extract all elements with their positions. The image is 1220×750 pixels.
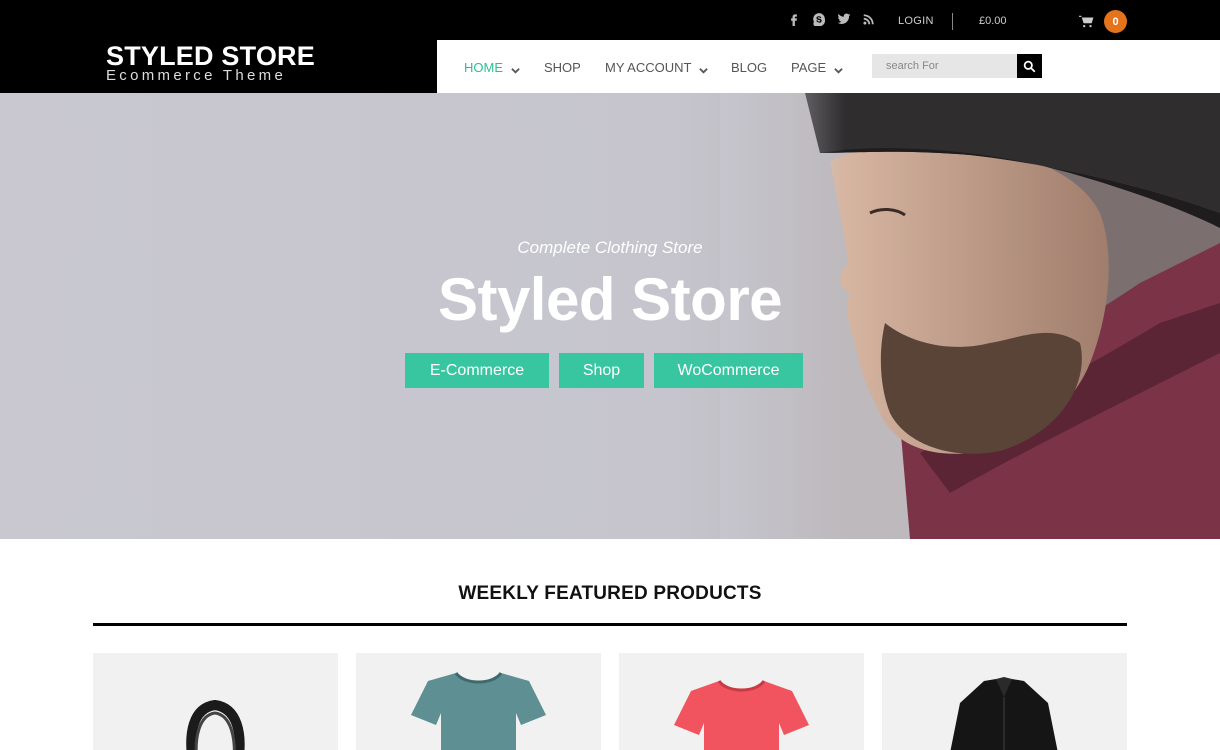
cart-icon[interactable]: [1079, 15, 1094, 28]
search-icon: [1023, 60, 1036, 72]
cart-total[interactable]: £0.00: [979, 15, 1007, 27]
nav-item-label: SHOP: [544, 60, 581, 75]
search-input[interactable]: [872, 54, 1017, 78]
section-title: WEEKLY FEATURED PRODUCTS: [458, 583, 762, 604]
tshirt-image: [674, 679, 809, 750]
nav-item-label: BLOG: [731, 60, 768, 75]
site-tagline: Ecommerce Theme: [106, 67, 287, 84]
nav-item-label: MY ACCOUNT: [605, 60, 692, 75]
ecommerce-button[interactable]: E-Commerce: [405, 353, 549, 388]
hero-kicker: Complete Clothing Store: [517, 238, 703, 257]
handbag-image: [186, 699, 245, 750]
product-card-black-shirt[interactable]: [882, 653, 1127, 750]
hero-banner: Complete Clothing Store Styled Store E-C…: [0, 93, 1220, 539]
nav-item-label: HOME: [464, 60, 503, 75]
nav-item-label: PAGE: [791, 60, 827, 75]
nav-item-home[interactable]: HOME: [464, 60, 520, 75]
facebook-icon[interactable]: [786, 11, 801, 26]
woocommerce-button[interactable]: WoCommerce: [654, 353, 803, 388]
logo[interactable]: STYLED STORE Ecommerce Theme: [0, 40, 437, 93]
section-divider: [93, 623, 1127, 626]
twitter-icon[interactable]: [836, 11, 851, 26]
skype-icon[interactable]: [811, 11, 826, 26]
login-link[interactable]: LOGIN: [898, 15, 934, 27]
product-card-handbag[interactable]: [93, 653, 338, 750]
tshirt-image: [411, 671, 546, 750]
social-links: [786, 11, 876, 26]
search-button[interactable]: [1017, 54, 1042, 78]
shop-button[interactable]: Shop: [559, 353, 644, 388]
nav-item-page[interactable]: PAGE: [791, 60, 843, 75]
nav-item-my-account[interactable]: MY ACCOUNT: [605, 60, 709, 75]
product-card-teal-tshirt[interactable]: [356, 653, 601, 750]
nav-item-blog[interactable]: BLOG: [731, 60, 767, 75]
shirt-image: [950, 677, 1058, 750]
main-navigation: HOME SHOP MY ACCOUNT BLOG PAGE: [437, 40, 1220, 93]
cart-count-badge[interactable]: 0: [1104, 10, 1127, 33]
hero-title: Styled Store: [437, 266, 783, 333]
product-card-red-tshirt[interactable]: [619, 653, 864, 750]
divider: [952, 13, 953, 30]
top-bar: LOGIN £0.00 0: [0, 0, 1220, 40]
nav-item-shop[interactable]: SHOP: [544, 60, 581, 75]
chevron-down-icon[interactable]: [834, 63, 843, 74]
rss-icon[interactable]: [861, 11, 876, 26]
chevron-down-icon[interactable]: [511, 63, 520, 74]
chevron-down-icon[interactable]: [699, 63, 709, 74]
